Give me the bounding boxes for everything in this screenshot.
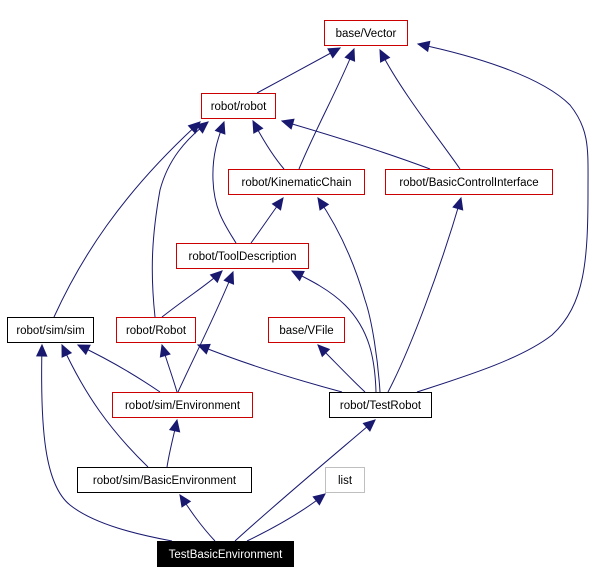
edge-line bbox=[281, 120, 431, 170]
edge-root-to-basicenv bbox=[179, 493, 216, 542]
arrowhead-tooldesc-to-robot_robot bbox=[214, 120, 226, 135]
edge-kinematic-to-robot_robot bbox=[252, 119, 285, 170]
arrowhead-testrobot-to-tooldesc bbox=[290, 270, 305, 282]
node-robot-Robot[interactable]: robot/Robot bbox=[116, 317, 196, 343]
arrowhead-tooldesc-to-kinematic bbox=[271, 197, 284, 211]
node-list[interactable]: list bbox=[325, 467, 365, 493]
node-label: robot/ToolDescription bbox=[188, 251, 296, 263]
edge-bci-to-robot_robot bbox=[280, 118, 431, 170]
edge-line bbox=[151, 121, 209, 318]
arrowhead-bci-to-vector bbox=[379, 48, 391, 63]
arrowhead-robot_Robot-to-tooldesc bbox=[209, 270, 223, 284]
arrowhead-testrobot-to-kinematic bbox=[317, 196, 330, 211]
edge-testrobot-to-bci bbox=[387, 196, 464, 393]
node-label: base/Vector bbox=[336, 28, 397, 40]
arrowhead-kinematic-to-robot_robot bbox=[252, 119, 264, 134]
node-vfile[interactable]: base/VFile bbox=[268, 317, 345, 343]
edge-testrobot-to-vector bbox=[416, 40, 589, 393]
node-tooldesc[interactable]: robot/ToolDescription bbox=[176, 243, 309, 269]
edge-environment-to-robot_Robot bbox=[159, 343, 178, 393]
arrowhead-bci-to-robot_robot bbox=[280, 118, 295, 130]
edge-line bbox=[416, 43, 589, 393]
arrowhead-environment-to-tooldesc bbox=[223, 270, 235, 285]
arrowhead-robot_robot-to-vector bbox=[327, 47, 342, 59]
edge-line bbox=[256, 47, 341, 94]
edge-line bbox=[379, 49, 461, 170]
edge-testrobot-to-kinematic bbox=[317, 196, 381, 393]
node-simsim[interactable]: robot/sim/sim bbox=[7, 317, 94, 343]
arrowhead-testrobot-to-vector bbox=[416, 40, 431, 53]
edge-root-to-list bbox=[246, 493, 326, 542]
inheritance-diagram: base/Vector robot/robot robot/KinematicCha… bbox=[7, 20, 589, 567]
arrowhead-basicenv-to-simsim bbox=[61, 343, 73, 358]
node-label: robot/sim/sim bbox=[16, 325, 84, 337]
node-robot-robot[interactable]: robot/robot bbox=[201, 93, 276, 119]
node-bci[interactable]: robot/BasicControlInterface bbox=[385, 169, 553, 195]
arrowhead-testrobot-to-bci bbox=[452, 196, 464, 211]
arrowhead-basicenv-to-environment bbox=[168, 418, 181, 433]
arrowhead-testrobot-to-robot_Robot bbox=[196, 343, 211, 355]
node-label: TestBasicEnvironment bbox=[169, 549, 284, 561]
node-label: robot/robot bbox=[211, 101, 267, 113]
arrowhead-root-to-list bbox=[312, 493, 326, 506]
node-label: robot/sim/BasicEnvironment bbox=[93, 475, 237, 487]
arrowhead-root-to-testrobot bbox=[362, 419, 376, 432]
edge-line bbox=[298, 48, 355, 170]
edge-environment-to-simsim bbox=[76, 344, 161, 393]
edge-basicenv-to-environment bbox=[166, 418, 181, 468]
edge-line bbox=[317, 197, 381, 393]
arrowhead-kinematic-to-vector bbox=[344, 47, 356, 62]
node-label: base/VFile bbox=[279, 325, 333, 337]
node-environment[interactable]: robot/sim/Environment bbox=[112, 392, 253, 418]
edge-line bbox=[246, 493, 326, 542]
node-label: robot/BasicControlInterface bbox=[399, 177, 538, 189]
node-kinematic[interactable]: robot/KinematicChain bbox=[228, 169, 365, 195]
edge-root-to-simsim bbox=[35, 343, 173, 542]
edge-tooldesc-to-kinematic bbox=[250, 197, 284, 244]
arrowhead-root-to-basicenv bbox=[179, 493, 192, 508]
edge-bci-to-vector bbox=[379, 48, 461, 170]
node-root[interactable]: TestBasicEnvironment bbox=[157, 541, 294, 567]
arrowhead-environment-to-simsim bbox=[76, 344, 91, 356]
node-label: robot/sim/Environment bbox=[125, 400, 241, 412]
edges-layer bbox=[35, 40, 589, 542]
node-label: robot/TestRobot bbox=[340, 400, 422, 412]
edge-line bbox=[387, 197, 462, 393]
node-testrobot[interactable]: robot/TestRobot bbox=[329, 392, 432, 418]
edge-robot_Robot-to-robot_robot bbox=[151, 121, 209, 318]
node-vector[interactable]: base/Vector bbox=[324, 20, 408, 46]
nodes-layer: base/Vector robot/robot robot/KinematicCha… bbox=[7, 20, 553, 567]
edge-robot_robot-to-vector bbox=[256, 47, 342, 94]
arrowhead-environment-to-robot_Robot bbox=[159, 343, 171, 358]
edge-line bbox=[77, 344, 161, 393]
node-label: list bbox=[338, 475, 353, 487]
edge-line bbox=[41, 344, 173, 542]
edge-testrobot-to-vfile bbox=[317, 344, 366, 393]
node-label: robot/KinematicChain bbox=[242, 177, 352, 189]
node-label: robot/Robot bbox=[126, 325, 187, 337]
arrowhead-root-to-simsim bbox=[35, 343, 48, 357]
edge-kinematic-to-vector bbox=[298, 47, 356, 170]
node-basicenv[interactable]: robot/sim/BasicEnvironment bbox=[77, 467, 252, 493]
edge-robot_Robot-to-tooldesc bbox=[161, 270, 223, 318]
